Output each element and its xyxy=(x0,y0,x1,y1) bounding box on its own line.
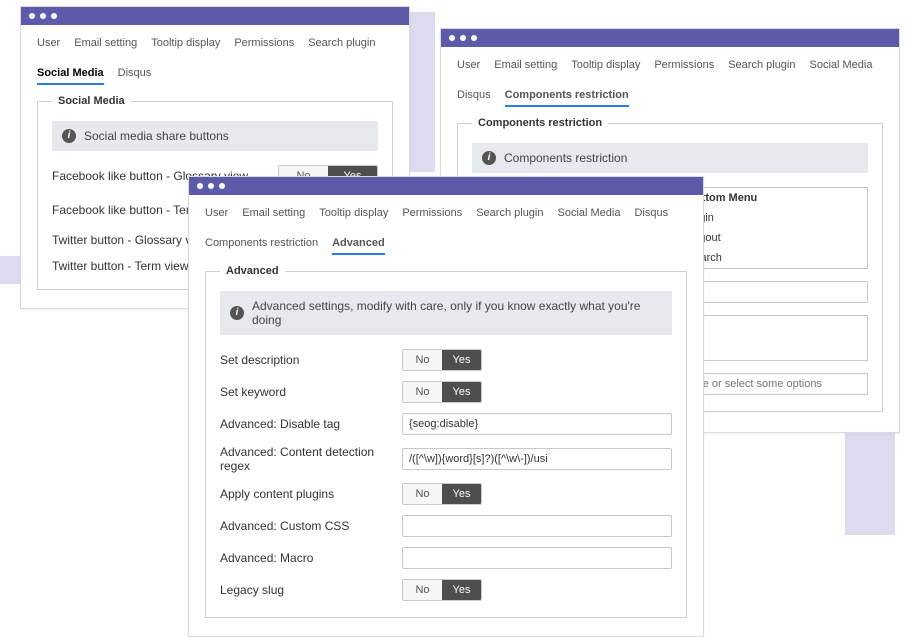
list-option[interactable]: Login xyxy=(679,208,867,228)
window-dot-icon xyxy=(197,183,203,189)
toggle-yes[interactable]: Yes xyxy=(442,350,481,370)
tab-disqus[interactable]: Disqus xyxy=(634,207,668,223)
info-banner: i Advanced settings, modify with care, o… xyxy=(220,291,672,335)
titlebar xyxy=(441,29,899,47)
row-label: Set keyword xyxy=(220,385,402,399)
tab-components-restriction[interactable]: Components restriction xyxy=(205,237,318,255)
banner-text: Social media share buttons xyxy=(84,129,229,143)
tab-bar: User Email setting Tooltip display Permi… xyxy=(205,207,687,255)
tab-email-setting[interactable]: Email setting xyxy=(494,59,557,75)
row-label: Advanced: Custom CSS xyxy=(220,519,402,533)
toggle-yes[interactable]: Yes xyxy=(442,382,481,402)
window-dot-icon xyxy=(29,13,35,19)
tab-user[interactable]: User xyxy=(205,207,228,223)
tab-bar: User Email setting Tooltip display Permi… xyxy=(37,37,393,85)
tab-permissions[interactable]: Permissions xyxy=(654,59,714,75)
row-label: Legacy slug xyxy=(220,583,402,597)
toggle-set-keyword[interactable]: No Yes xyxy=(402,381,482,403)
tab-disqus[interactable]: Disqus xyxy=(457,89,491,107)
tab-permissions[interactable]: Permissions xyxy=(402,207,462,223)
disable-tag-input[interactable] xyxy=(402,413,672,435)
tab-social-media[interactable]: Social Media xyxy=(810,59,873,75)
toggle-yes[interactable]: Yes xyxy=(442,484,481,504)
regex-input[interactable] xyxy=(402,448,672,470)
toggle-no[interactable]: No xyxy=(403,580,442,600)
window-dot-icon xyxy=(471,35,477,41)
tab-user[interactable]: User xyxy=(37,37,60,53)
row-label: Advanced: Macro xyxy=(220,551,402,565)
tab-bar: User Email setting Tooltip display Permi… xyxy=(457,59,883,107)
row-label: Advanced: Disable tag xyxy=(220,417,402,431)
tab-user[interactable]: User xyxy=(457,59,480,75)
window-dot-icon xyxy=(208,183,214,189)
tab-disqus[interactable]: Disqus xyxy=(118,67,152,85)
window-dot-icon xyxy=(51,13,57,19)
textarea[interactable] xyxy=(678,315,868,361)
legend: Social Media xyxy=(52,95,131,107)
window-advanced: User Email setting Tooltip display Permi… xyxy=(188,176,704,637)
tab-advanced[interactable]: Advanced xyxy=(332,237,385,255)
window-dot-icon xyxy=(40,13,46,19)
tab-search-plugin[interactable]: Search plugin xyxy=(308,37,375,53)
titlebar xyxy=(21,7,409,25)
macro-input[interactable] xyxy=(402,547,672,569)
tab-social-media[interactable]: Social Media xyxy=(558,207,621,223)
info-icon: i xyxy=(62,129,76,143)
toggle-apply-plugins[interactable]: No Yes xyxy=(402,483,482,505)
select-options-input[interactable] xyxy=(678,373,868,395)
list-option[interactable]: Search xyxy=(679,248,867,268)
list-option-head[interactable]: Bottom Menu xyxy=(679,188,867,208)
row-label: Apply content plugins xyxy=(220,487,402,501)
text-input[interactable] xyxy=(678,281,868,303)
group-advanced: Advanced i Advanced settings, modify wit… xyxy=(205,265,687,618)
toggle-no[interactable]: No xyxy=(403,484,442,504)
custom-css-input[interactable] xyxy=(402,515,672,537)
toggle-no[interactable]: No xyxy=(403,382,442,402)
banner-text: Advanced settings, modify with care, onl… xyxy=(252,299,662,327)
menu-listbox[interactable]: Bottom Menu Login Logout Search xyxy=(678,187,868,269)
toggle-no[interactable]: No xyxy=(403,350,442,370)
info-icon: i xyxy=(482,151,496,165)
info-banner: i Social media share buttons xyxy=(52,121,378,151)
tab-tooltip-display[interactable]: Tooltip display xyxy=(151,37,220,53)
window-dot-icon xyxy=(460,35,466,41)
tab-tooltip-display[interactable]: Tooltip display xyxy=(319,207,388,223)
toggle-yes[interactable]: Yes xyxy=(442,580,481,600)
toggle-set-description[interactable]: No Yes xyxy=(402,349,482,371)
tab-components-restriction[interactable]: Components restriction xyxy=(505,89,629,107)
tab-email-setting[interactable]: Email setting xyxy=(242,207,305,223)
legend: Advanced xyxy=(220,265,285,277)
titlebar xyxy=(189,177,703,195)
info-banner: i Components restriction xyxy=(472,143,868,173)
tab-email-setting[interactable]: Email setting xyxy=(74,37,137,53)
window-dot-icon xyxy=(219,183,225,189)
row-label: Set description xyxy=(220,353,402,367)
list-option[interactable]: Logout xyxy=(679,228,867,248)
row-label: Advanced: Content detection regex xyxy=(220,445,402,473)
tab-search-plugin[interactable]: Search plugin xyxy=(728,59,795,75)
tab-search-plugin[interactable]: Search plugin xyxy=(476,207,543,223)
toggle-legacy-slug[interactable]: No Yes xyxy=(402,579,482,601)
tab-tooltip-display[interactable]: Tooltip display xyxy=(571,59,640,75)
tab-social-media[interactable]: Social Media xyxy=(37,67,104,85)
window-dot-icon xyxy=(449,35,455,41)
info-icon: i xyxy=(230,306,244,320)
tab-permissions[interactable]: Permissions xyxy=(234,37,294,53)
banner-text: Components restriction xyxy=(504,151,627,165)
legend: Components restriction xyxy=(472,117,608,129)
